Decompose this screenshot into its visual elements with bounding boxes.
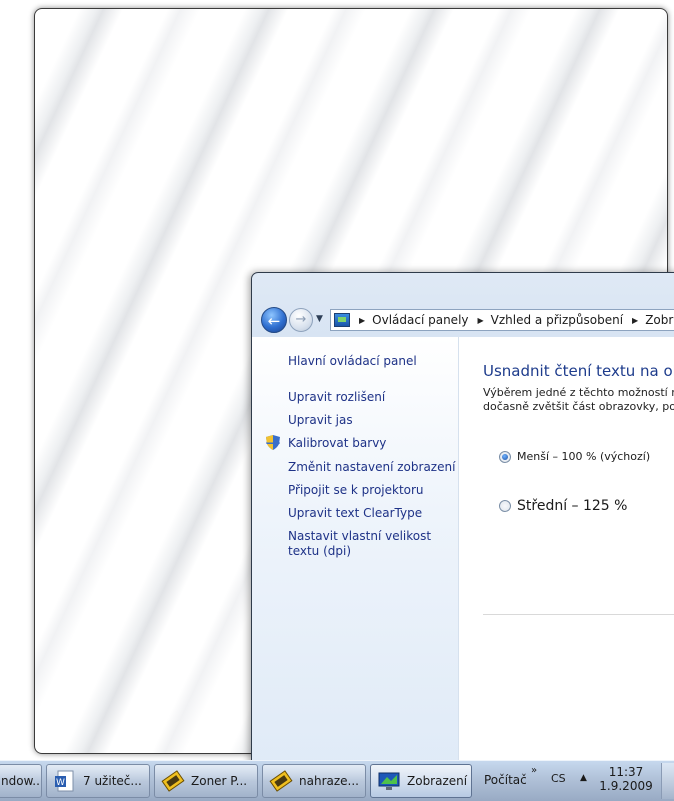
option-smaller-label[interactable]: Menší – 100 % (výchozí)	[517, 450, 650, 463]
taskbar: ndow... W 7 užiteč... Zoner P... nahraze…	[0, 760, 674, 801]
radio-button-checked[interactable]	[499, 450, 511, 463]
breadcrumb-display[interactable]: Zobrazení	[645, 313, 674, 327]
back-button[interactable]: ←	[261, 307, 287, 333]
toolbar-chevron-icon[interactable]: »	[531, 765, 537, 776]
computer-toolbar-label[interactable]: Počítač	[484, 773, 527, 787]
taskbar-button-label: ndow...	[1, 774, 42, 788]
uac-shield-icon	[266, 435, 280, 450]
radio-button[interactable]	[499, 500, 511, 512]
language-indicator[interactable]: CS	[551, 772, 566, 785]
control-panel-icon	[334, 313, 350, 327]
zoner-icon	[161, 770, 185, 792]
breadcrumb-separator-icon[interactable]: ▶	[359, 316, 365, 325]
taskbar-button-zoner-2[interactable]: nahraze...	[262, 764, 366, 798]
description-line-2: dočasně zvětšit část obrazovky, použ	[483, 400, 674, 413]
page-description: Výběrem jedné z těchto možností mu dočas…	[483, 386, 674, 414]
description-line-1: Výběrem jedné z těchto možností mu	[483, 386, 674, 399]
breadcrumb-appearance[interactable]: Vzhled a přizpůsobení	[491, 313, 623, 327]
sidebar-link-cleartype[interactable]: Upravit text ClearType	[288, 506, 422, 521]
word-document-icon: W	[55, 770, 74, 792]
taskbar-button-label: 7 užiteč...	[83, 774, 142, 788]
address-bar[interactable]: ▶ Ovládací panely ▶ Vzhled a přizpůsoben…	[330, 309, 674, 331]
taskbar-button-display[interactable]: Zobrazení	[370, 764, 472, 798]
sidebar-link-calibrate[interactable]: Kalibrovat barvy	[288, 436, 386, 451]
breadcrumb-control-panel[interactable]: Ovládací panely	[372, 313, 468, 327]
sidebar-link-brightness[interactable]: Upravit jas	[288, 413, 353, 428]
show-desktop-button[interactable]	[661, 763, 674, 799]
sidebar: Hlavní ovládací panel Upravit rozlišení …	[252, 337, 458, 773]
taskbar-button-label: Zoner P...	[191, 774, 248, 788]
sidebar-link-projector[interactable]: Připojit se k projektoru	[288, 483, 424, 498]
main-content: Usnadnit čtení textu na obra Výběrem jed…	[458, 337, 674, 773]
sidebar-link-resolution[interactable]: Upravit rozlišení	[288, 390, 385, 405]
taskbar-button-word[interactable]: W 7 užiteč...	[46, 764, 150, 798]
page-title: Usnadnit čtení textu na obra	[483, 362, 674, 380]
taskbar-button-zoner-1[interactable]: Zoner P...	[154, 764, 258, 798]
sidebar-home-link[interactable]: Hlavní ovládací panel	[288, 354, 417, 369]
sidebar-link-custom-dpi[interactable]: Nastavit vlastní velikost textu (dpi)	[288, 529, 453, 559]
sidebar-link-display-settings[interactable]: Změnit nastavení zobrazení	[288, 460, 455, 475]
control-panel-window[interactable]: ← → ▼ ▶ Ovládací panely ▶ Vzhled a přizp…	[251, 272, 674, 774]
back-arrow-icon: ←	[267, 312, 281, 330]
taskbar-button-label: Zobrazení	[407, 774, 468, 788]
taskbar-button-window[interactable]: ndow...	[0, 764, 42, 798]
clock-time: 11:37	[608, 765, 644, 779]
option-medium-label[interactable]: Střední – 125 %	[517, 498, 627, 514]
taskbar-button-label: nahraze...	[299, 774, 359, 788]
tray-expand-icon[interactable]: ▲	[580, 773, 587, 783]
divider	[483, 614, 674, 615]
forward-arrow-icon: →	[295, 312, 307, 327]
display-icon	[378, 772, 400, 790]
breadcrumb-separator-icon[interactable]: ▶	[478, 316, 484, 325]
svg-text:W: W	[56, 778, 65, 788]
option-medium[interactable]: Střední – 125 %	[499, 498, 627, 514]
breadcrumb-separator-icon[interactable]: ▶	[632, 316, 638, 325]
zoner-icon	[269, 770, 293, 792]
option-smaller[interactable]: Menší – 100 % (výchozí)	[499, 450, 650, 463]
forward-button[interactable]: →	[289, 308, 313, 332]
navigation-bar: ← → ▼ ▶ Ovládací panely ▶ Vzhled a přizp…	[252, 303, 674, 337]
recent-pages-button[interactable]: ▼	[316, 314, 323, 324]
clock[interactable]: 11:37 1.9.2009	[598, 765, 654, 793]
clock-date: 1.9.2009	[599, 779, 653, 793]
